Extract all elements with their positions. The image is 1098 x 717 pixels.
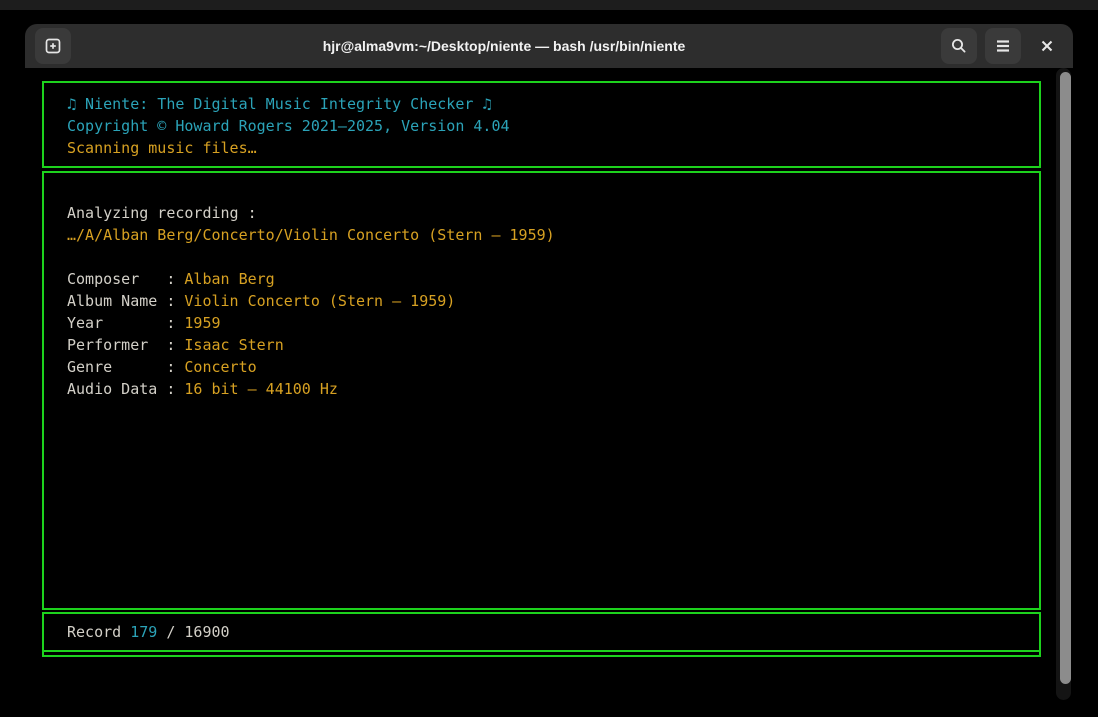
field-value: 1959 xyxy=(184,314,220,332)
menu-button[interactable] xyxy=(985,28,1021,64)
field-value: Isaac Stern xyxy=(184,336,283,354)
app-title: ♫ Niente: The Digital Music Integrity Ch… xyxy=(67,93,1039,115)
field-composer: Composer : Alban Berg xyxy=(67,268,1039,290)
record-label: Record xyxy=(67,623,130,641)
field-year: Year : 1959 xyxy=(67,312,1039,334)
analyzing-label: Analyzing recording : xyxy=(67,202,1039,224)
record-box-underline xyxy=(42,652,1041,657)
titlebar[interactable]: hjr@alma9vm:~/Desktop/niente — bash /usr… xyxy=(25,24,1073,68)
field-album-name: Album Name : Violin Concerto (Stern – 19… xyxy=(67,290,1039,312)
window-title: hjr@alma9vm:~/Desktop/niente — bash /usr… xyxy=(85,24,923,68)
field-label: Composer : xyxy=(67,270,184,288)
terminal-screen[interactable]: ♫ Niente: The Digital Music Integrity Ch… xyxy=(25,68,1073,717)
new-tab-button[interactable] xyxy=(35,28,71,64)
record-total: 16900 xyxy=(184,623,229,641)
search-button[interactable] xyxy=(941,28,977,64)
hamburger-menu-icon xyxy=(994,37,1012,55)
field-audio-data: Audio Data : 16 bit – 44100 Hz xyxy=(67,378,1039,400)
field-label: Year : xyxy=(67,314,184,332)
field-genre: Genre : Concerto xyxy=(67,356,1039,378)
scrollbar-track[interactable] xyxy=(1056,68,1071,700)
copyright-line: Copyright © Howard Rogers 2021–2025, Ver… xyxy=(67,115,1039,137)
field-value: Concerto xyxy=(184,358,256,376)
field-label: Audio Data : xyxy=(67,380,184,398)
field-value: Alban Berg xyxy=(184,270,274,288)
analysis-box: Analyzing recording : …/A/Alban Berg/Con… xyxy=(42,171,1041,610)
scanning-status: Scanning music files… xyxy=(67,137,1039,159)
field-label: Album Name : xyxy=(67,292,184,310)
new-tab-icon xyxy=(43,36,63,56)
search-icon xyxy=(950,37,968,55)
field-label: Performer : xyxy=(67,336,184,354)
record-progress-box: Record 179 / 16900 xyxy=(42,612,1041,652)
app-header-box: ♫ Niente: The Digital Music Integrity Ch… xyxy=(42,81,1041,168)
record-separator: / xyxy=(157,623,184,641)
field-value: 16 bit – 44100 Hz xyxy=(184,380,338,398)
close-icon xyxy=(1039,38,1055,54)
record-counter: Record 179 / 16900 xyxy=(67,621,1039,643)
recording-path: …/A/Alban Berg/Concerto/Violin Concerto … xyxy=(67,224,1039,246)
record-current: 179 xyxy=(130,623,157,641)
field-value: Violin Concerto (Stern – 1959) xyxy=(184,292,455,310)
screen-top-edge xyxy=(0,0,1098,10)
close-button[interactable] xyxy=(1029,28,1065,64)
terminal-window: hjr@alma9vm:~/Desktop/niente — bash /usr… xyxy=(25,24,1073,717)
field-performer: Performer : Isaac Stern xyxy=(67,334,1039,356)
field-label: Genre : xyxy=(67,358,184,376)
scrollbar-thumb[interactable] xyxy=(1060,72,1071,684)
